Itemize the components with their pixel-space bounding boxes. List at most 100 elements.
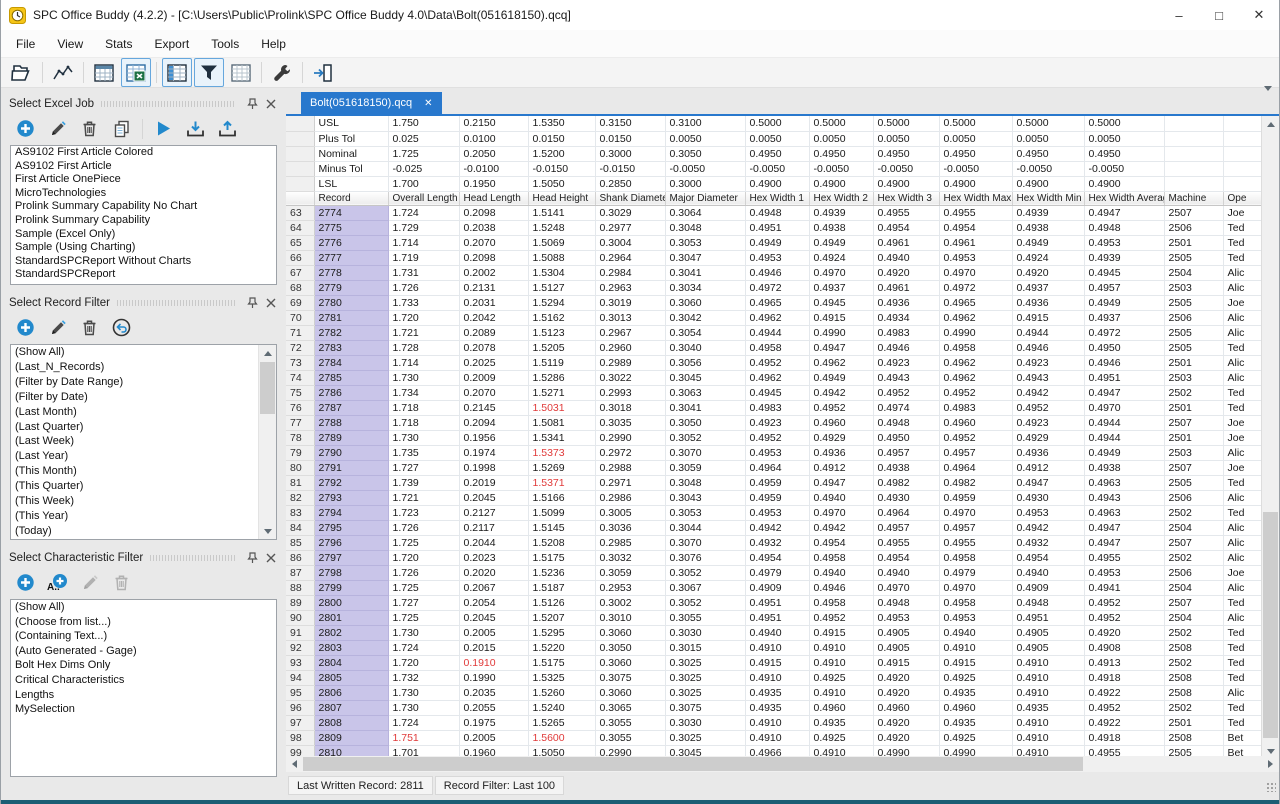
record-cell[interactable]: 2807 — [314, 700, 388, 715]
row-header-cell[interactable]: 88 — [286, 580, 314, 595]
grid-cell[interactable]: 0.2117 — [459, 520, 528, 535]
column-header[interactable]: Overall Length — [388, 191, 459, 205]
grid-cell[interactable]: 0.3070 — [665, 535, 745, 550]
grid-cell[interactable]: 0.4953 — [745, 505, 809, 520]
record-cell[interactable]: 2802 — [314, 625, 388, 640]
grid-cell[interactable]: 0.4932 — [745, 535, 809, 550]
grid-cell[interactable]: 0.2070 — [459, 235, 528, 250]
grid-cell[interactable]: 0.4946 — [745, 265, 809, 280]
grid-cell[interactable]: 0.4938 — [809, 220, 873, 235]
grid-cell[interactable]: 0.4990 — [939, 745, 1012, 756]
grid-cell[interactable]: 0.4920 — [873, 715, 939, 730]
grid-cell[interactable]: 1.718 — [388, 400, 459, 415]
grid-cell[interactable]: 0.3025 — [665, 655, 745, 670]
grid-cell[interactable]: 1.5304 — [528, 265, 595, 280]
grid-cell[interactable]: 0.3004 — [595, 235, 665, 250]
grid-cell[interactable]: 0.4947 — [1084, 520, 1164, 535]
spec-value-cell[interactable]: 1.5050 — [528, 176, 595, 191]
grid-cell[interactable]: 2502 — [1164, 700, 1223, 715]
column-header[interactable]: Shank Diameter — [595, 191, 665, 205]
row-header-cell[interactable]: 75 — [286, 385, 314, 400]
record-cell[interactable]: 2795 — [314, 520, 388, 535]
grid-cell[interactable]: 0.3053 — [665, 235, 745, 250]
grid-cell[interactable]: 0.2127 — [459, 505, 528, 520]
record-cell[interactable]: 2792 — [314, 475, 388, 490]
column-header[interactable]: Head Length — [459, 191, 528, 205]
grid-cell[interactable]: 0.2967 — [595, 325, 665, 340]
grid-cell[interactable]: 0.3054 — [665, 325, 745, 340]
grid-cell[interactable]: 0.4953 — [1084, 235, 1164, 250]
grid-cell[interactable]: 0.3055 — [595, 715, 665, 730]
grid-cell[interactable]: 0.3048 — [665, 220, 745, 235]
grid-cell[interactable]: 1.5236 — [528, 565, 595, 580]
row-header-cell[interactable]: 78 — [286, 430, 314, 445]
spec-value-cell[interactable] — [1164, 176, 1223, 191]
grid-cell[interactable]: 0.4910 — [1012, 715, 1084, 730]
grid-cell[interactable]: 0.4925 — [939, 730, 1012, 745]
grid-cell[interactable]: 0.4948 — [1012, 595, 1084, 610]
grid-cell[interactable]: 0.2078 — [459, 340, 528, 355]
row-header-cell[interactable]: 95 — [286, 685, 314, 700]
grid-cell[interactable]: 0.4935 — [1012, 700, 1084, 715]
grid-cell[interactable]: 0.4938 — [873, 460, 939, 475]
grid-cell[interactable]: 0.4958 — [939, 340, 1012, 355]
grid-cell[interactable]: 1.721 — [388, 490, 459, 505]
grid-cell[interactable]: 0.4947 — [1084, 205, 1164, 220]
grid-cell[interactable]: 0.2023 — [459, 550, 528, 565]
grid-cell[interactable]: 1.734 — [388, 385, 459, 400]
column-header[interactable]: Record — [314, 191, 388, 205]
scroll-down-icon[interactable] — [1262, 743, 1279, 756]
grid-cell[interactable]: 0.4945 — [809, 295, 873, 310]
record-cell[interactable]: 2810 — [314, 745, 388, 756]
grid-cell[interactable]: 0.4935 — [745, 700, 809, 715]
grid-cell[interactable]: 2501 — [1164, 715, 1223, 730]
grid-cell[interactable]: 0.2054 — [459, 595, 528, 610]
grid-cell[interactable]: 0.4935 — [939, 715, 1012, 730]
row-header-cell[interactable]: 73 — [286, 355, 314, 370]
grid-horizontal-scrollbar[interactable] — [286, 756, 1279, 772]
grid-cell[interactable]: 0.4966 — [745, 745, 809, 756]
grid-cell[interactable]: 0.4964 — [873, 505, 939, 520]
row-header-cell[interactable]: 71 — [286, 325, 314, 340]
grid-cell[interactable]: 0.2005 — [459, 625, 528, 640]
grid-cell[interactable]: 0.3032 — [595, 550, 665, 565]
grid-cell[interactable]: 1.732 — [388, 670, 459, 685]
grid-cell[interactable]: 1.714 — [388, 355, 459, 370]
grid-cell[interactable]: 1.5325 — [528, 670, 595, 685]
grid-cell[interactable]: 0.4990 — [939, 325, 1012, 340]
grid-cell[interactable]: 2503 — [1164, 370, 1223, 385]
pin-icon[interactable] — [245, 550, 260, 565]
grid-cell[interactable]: 0.4955 — [939, 535, 1012, 550]
grid-cell[interactable]: 0.4947 — [1012, 475, 1084, 490]
spec-value-cell[interactable]: 0.4950 — [745, 146, 809, 161]
grid-cell[interactable]: 0.4905 — [1012, 625, 1084, 640]
grid-cell[interactable]: 0.4920 — [873, 730, 939, 745]
grid-cell[interactable]: 0.4923 — [1012, 415, 1084, 430]
grid-cell[interactable]: 1.720 — [388, 655, 459, 670]
grid-cell[interactable]: 0.4910 — [1012, 745, 1084, 756]
grid-cell[interactable]: 0.4929 — [809, 430, 873, 445]
menu-view[interactable]: View — [46, 33, 94, 55]
grid-cell[interactable]: 0.4936 — [1012, 445, 1084, 460]
grid-cell[interactable]: 1.726 — [388, 565, 459, 580]
grid-cell[interactable]: 0.4942 — [745, 520, 809, 535]
column-header[interactable]: Head Height — [528, 191, 595, 205]
grid-cell[interactable]: 0.1974 — [459, 445, 528, 460]
list-item[interactable]: Sample (Excel Only) — [11, 228, 276, 242]
grid-cell[interactable]: 0.4945 — [1084, 265, 1164, 280]
list-item[interactable]: (Show All) — [11, 600, 276, 615]
grid-cell[interactable]: 0.3059 — [665, 460, 745, 475]
grid-cell[interactable]: 0.4935 — [745, 685, 809, 700]
grid-cell[interactable]: 0.3013 — [595, 310, 665, 325]
grid-cell[interactable]: 0.4915 — [1012, 310, 1084, 325]
grid-cell[interactable]: 0.2964 — [595, 250, 665, 265]
record-cell[interactable]: 2784 — [314, 355, 388, 370]
grid-cell[interactable]: 0.4948 — [1084, 220, 1164, 235]
grid-cell[interactable]: 0.4954 — [873, 220, 939, 235]
grid-cell[interactable]: Ted — [1223, 595, 1263, 610]
grid-cell[interactable]: 0.4909 — [745, 580, 809, 595]
grid-cell[interactable]: 1.5265 — [528, 715, 595, 730]
grid-cell[interactable]: 0.4925 — [809, 730, 873, 745]
spec-value-cell[interactable]: 0.3000 — [595, 146, 665, 161]
grid-cell[interactable]: 0.2145 — [459, 400, 528, 415]
